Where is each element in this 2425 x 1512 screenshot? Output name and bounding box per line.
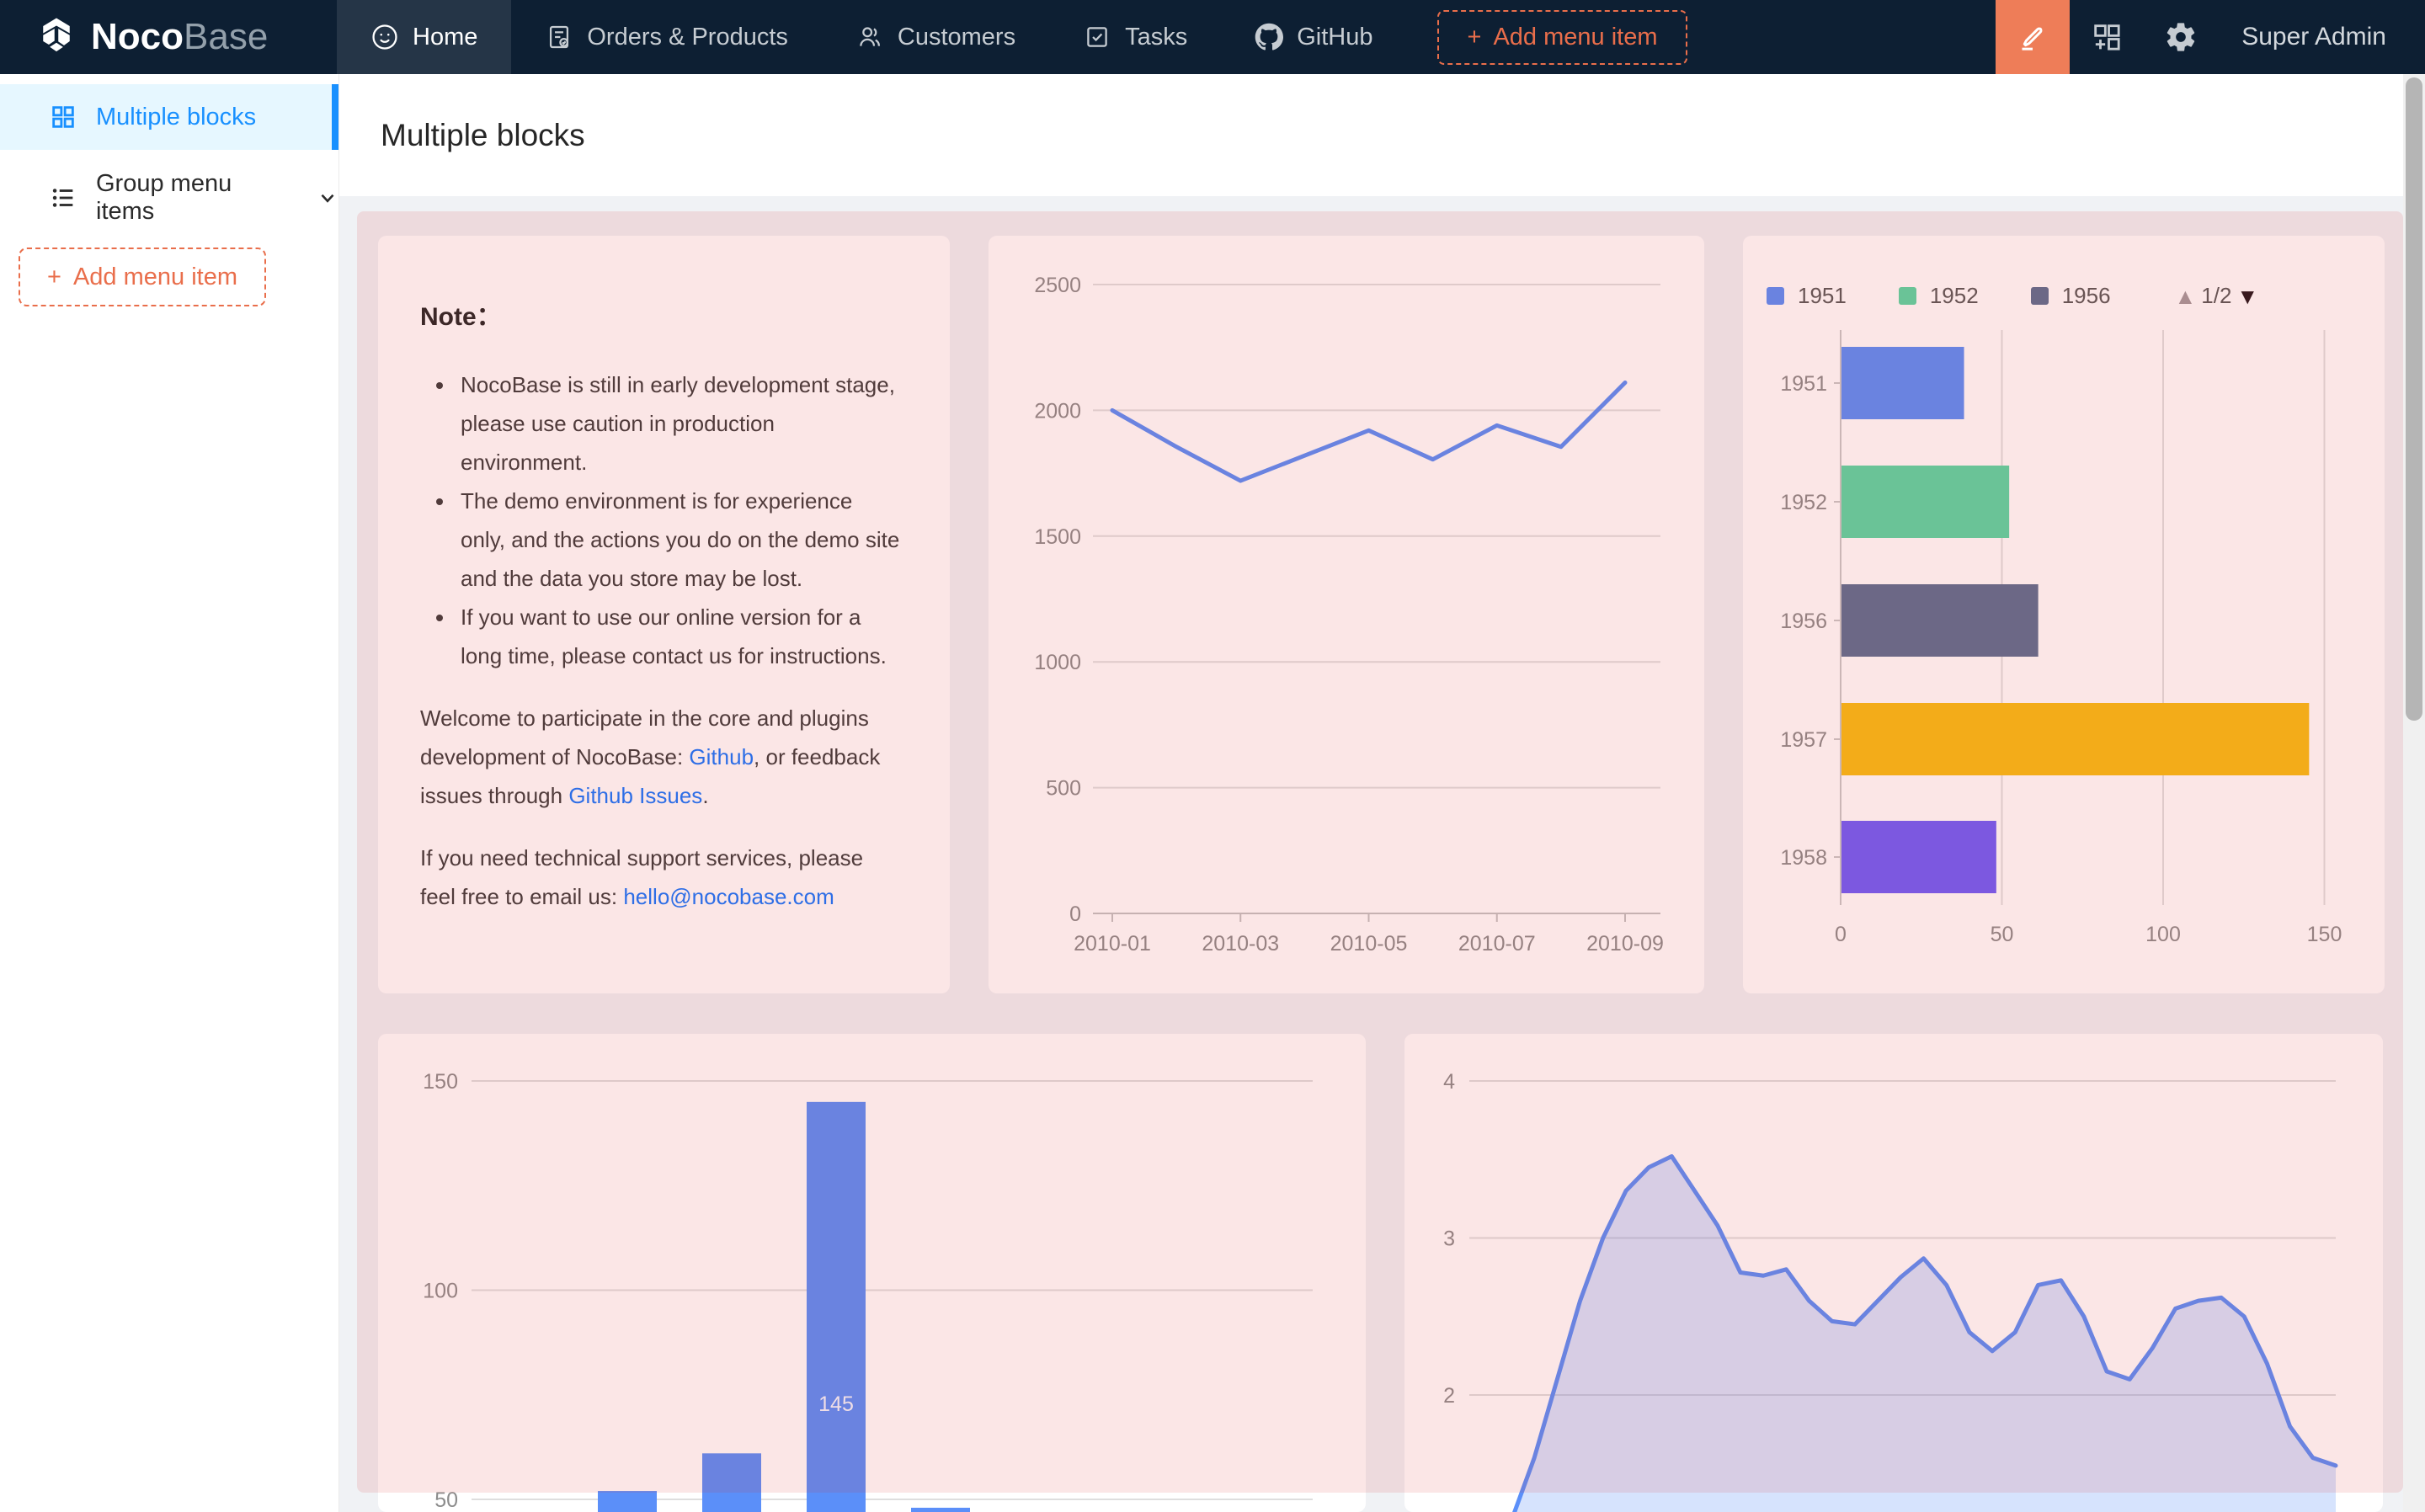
svg-text:2010-03: 2010-03 — [1202, 932, 1279, 956]
sidebar-item-label: Multiple blocks — [96, 104, 256, 131]
svg-text:1957: 1957 — [1780, 728, 1827, 752]
horizontal-bar-chart-block: 1951 1952 1956 ▲ 1/2 ▼ 05010015019511952… — [1743, 236, 2385, 993]
customers-icon — [855, 23, 884, 51]
vertical-bar-chart-block: 150 100 50 145 — [378, 1034, 1366, 1512]
svg-text:500: 500 — [1046, 777, 1081, 801]
svg-text:4: 4 — [1443, 1070, 1455, 1094]
add-block-templates-button[interactable] — [2070, 0, 2144, 74]
svg-text:50: 50 — [434, 1488, 458, 1512]
navbar-add-menu-item-button[interactable]: + Add menu item — [1437, 10, 1688, 65]
settings-button[interactable] — [2144, 0, 2218, 74]
svg-text:150: 150 — [2307, 923, 2342, 946]
nav-item-label: GitHub — [1297, 24, 1372, 51]
area-chart[interactable]: 4 3 2 — [1404, 1034, 2383, 1512]
sidebar: Multiple blocks Group menu items + Add m… — [0, 74, 339, 1512]
svg-text:50: 50 — [1991, 923, 2014, 946]
sidebar-item-label: Group menu items — [96, 170, 290, 226]
svg-text:2010-09: 2010-09 — [1586, 932, 1664, 956]
note-title: Note： — [420, 298, 903, 337]
nav-item-customers[interactable]: Customers — [822, 0, 1049, 74]
smiley-icon — [370, 23, 399, 51]
sidebar-item-group-menu-items[interactable]: Group menu items — [0, 165, 338, 231]
nocobase-logo[interactable]: NocoBase — [0, 14, 337, 60]
svg-text:100: 100 — [423, 1280, 458, 1303]
svg-text:150: 150 — [423, 1070, 458, 1094]
add-menu-item-label: Add menu item — [1493, 24, 1657, 51]
svg-text:1951: 1951 — [1780, 372, 1827, 396]
github-icon — [1255, 23, 1283, 51]
svg-text:145: 145 — [818, 1392, 854, 1416]
area-chart-block: 4 3 2 — [1404, 1034, 2383, 1512]
nav-item-label: Tasks — [1125, 24, 1187, 51]
note-bullet: The demo environment is for experience o… — [456, 482, 903, 598]
blocks-grid-icon — [49, 103, 77, 131]
scrollbar-track[interactable] — [2403, 74, 2425, 1512]
sidebar-add-menu-item-button[interactable]: + Add menu item — [19, 248, 266, 306]
github-issues-link[interactable]: Github Issues — [568, 783, 702, 808]
svg-text:100: 100 — [2145, 923, 2181, 946]
note-paragraph-community: Welcome to participate in the core and p… — [420, 699, 903, 815]
email-link[interactable]: hello@nocobase.com — [623, 884, 834, 909]
top-navbar: NocoBase Home Ord — [0, 0, 2425, 74]
user-menu[interactable]: Super Admin — [2218, 23, 2425, 51]
nav-item-orders-products[interactable]: Orders & Products — [511, 0, 822, 74]
svg-text:1000: 1000 — [1034, 651, 1081, 674]
note-bullet: NocoBase is still in early development s… — [456, 365, 903, 482]
svg-text:1956: 1956 — [1780, 610, 1827, 633]
nocobase-logo-icon — [34, 14, 79, 60]
page-title: Multiple blocks — [381, 74, 585, 196]
svg-text:1952: 1952 — [1780, 491, 1827, 514]
plus-icon: + — [47, 264, 61, 291]
svg-text:3: 3 — [1443, 1227, 1455, 1251]
gear-icon — [2164, 20, 2198, 54]
svg-text:2010-07: 2010-07 — [1458, 932, 1536, 956]
nav-item-label: Home — [413, 24, 477, 51]
tasks-icon — [1083, 23, 1111, 51]
add-menu-item-label: Add menu item — [73, 264, 237, 291]
note-paragraph-support: If you need technical support services, … — [420, 839, 903, 916]
nav-item-label: Customers — [898, 24, 1015, 51]
note-bullet: If you want to use our online version fo… — [456, 598, 903, 675]
list-icon — [49, 184, 77, 212]
note-text: . — [702, 783, 708, 808]
plus-icon: + — [1468, 24, 1482, 51]
line-chart[interactable]: 0 500 1000 1500 2000 2500 2010-01 2010-03 2010-0… — [989, 236, 1704, 993]
grid-plus-icon — [2090, 20, 2124, 54]
svg-text:2010-01: 2010-01 — [1074, 932, 1151, 956]
brand-text: NocoBase — [91, 16, 268, 58]
svg-text:2010-05: 2010-05 — [1330, 932, 1408, 956]
chevron-down-icon — [317, 187, 338, 209]
horizontal-bar-chart[interactable]: 0 50 100 150 1951 1952 1956 1957 1958 — [1743, 236, 2385, 993]
svg-text:2: 2 — [1443, 1384, 1455, 1408]
scrollbar-thumb[interactable] — [2406, 77, 2422, 721]
svg-text:1958: 1958 — [1780, 846, 1827, 870]
vertical-bar-chart[interactable]: 150 100 50 145 — [378, 1034, 1366, 1512]
markdown-note-block: Note： NocoBase is still in early develop… — [378, 236, 950, 993]
ui-editor-button[interactable] — [1996, 0, 2070, 74]
svg-text:0: 0 — [1835, 923, 1847, 946]
note-bullet-list: NocoBase is still in early development s… — [417, 365, 903, 675]
nav-item-label: Orders & Products — [587, 24, 788, 51]
nav-item-home[interactable]: Home — [337, 0, 511, 74]
navbar-right-actions: Super Admin — [1996, 0, 2425, 74]
svg-text:1500: 1500 — [1034, 525, 1081, 549]
orders-icon — [545, 23, 573, 51]
github-link[interactable]: Github — [689, 744, 754, 769]
page-header: Multiple blocks — [338, 74, 2403, 196]
highlighter-icon — [2016, 20, 2049, 54]
svg-text:2000: 2000 — [1034, 399, 1081, 423]
sidebar-item-multiple-blocks[interactable]: Multiple blocks — [0, 84, 338, 150]
svg-text:2500: 2500 — [1034, 274, 1081, 297]
nav-item-tasks[interactable]: Tasks — [1049, 0, 1221, 74]
nocobase-app: NocoBase Home Ord — [0, 0, 2425, 1512]
nav-item-github[interactable]: GitHub — [1221, 0, 1406, 74]
svg-text:0: 0 — [1069, 902, 1081, 926]
line-chart-block: 0 500 1000 1500 2000 2500 2010-01 2010-03 2010-0… — [989, 236, 1704, 993]
main-menu: Home Orders & Products — [337, 0, 1407, 74]
